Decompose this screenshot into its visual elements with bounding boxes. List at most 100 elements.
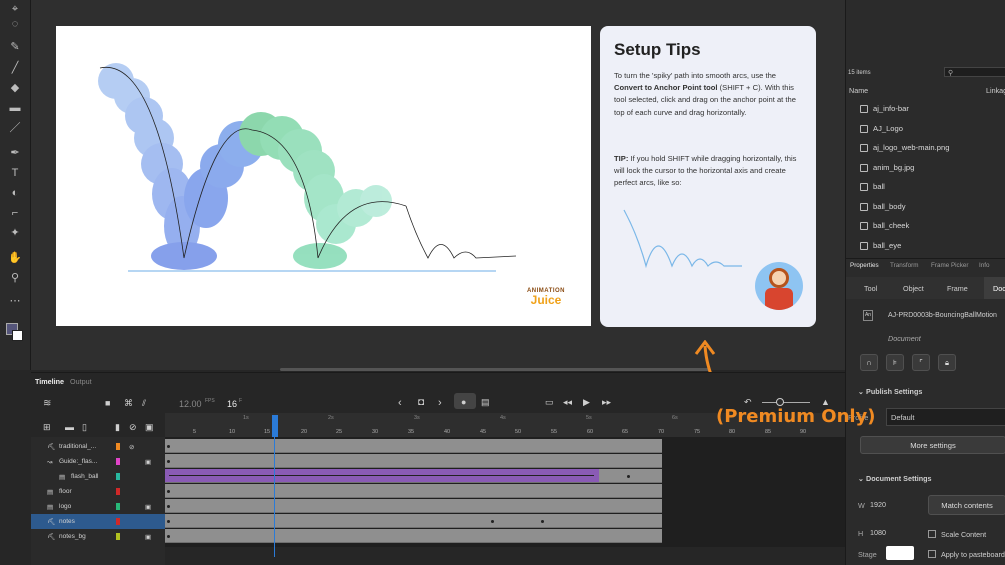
lock-icon[interactable]: ▣ <box>145 533 151 541</box>
pencil-icon[interactable]: ╱ <box>8 61 22 75</box>
zoom-slider-track[interactable] <box>762 402 810 403</box>
layer-row[interactable]: ▤ floor <box>31 484 165 499</box>
frame-row[interactable] <box>165 514 662 528</box>
pin-icon[interactable]: ✦ <box>8 226 22 240</box>
hidden-icon[interactable]: ⊘ <box>129 443 134 451</box>
frame-row[interactable] <box>165 469 662 483</box>
bouncing-ball-drawing <box>98 63 517 272</box>
prev-keyframe-icon[interactable]: ‹ <box>398 397 402 409</box>
library-item[interactable]: ball_cheek <box>860 221 909 230</box>
folder-icon[interactable]: ▬ <box>65 422 74 432</box>
snap-button[interactable]: ⊧ <box>886 354 904 371</box>
width-input[interactable]: 1920 <box>870 500 886 509</box>
layer-row[interactable]: ⛏ notes_bg ▣ <box>31 529 165 544</box>
hand-icon[interactable]: ✋ <box>8 251 22 265</box>
highlight-icon[interactable]: ▮ <box>115 422 120 433</box>
eraser-icon[interactable]: ◆ <box>8 81 22 95</box>
more-tools-icon[interactable]: ⋯ <box>8 294 22 308</box>
zoom-slider-handle[interactable] <box>776 398 784 406</box>
next-keyframe-icon[interactable]: › <box>438 397 442 409</box>
tab-timeline[interactable]: Timeline <box>35 377 64 386</box>
tab-info[interactable]: Info <box>979 262 990 269</box>
library-search-input[interactable]: ⚲ <box>944 67 1005 77</box>
paint-bucket-icon[interactable]: ◐ <box>8 186 22 200</box>
layer-row[interactable]: ▤ flash_ball <box>31 469 165 484</box>
document-settings-header[interactable]: ⌄ Document Settings <box>858 474 932 483</box>
edit-multiple-icon[interactable]: ▤ <box>481 397 490 408</box>
library-col-name[interactable]: Name <box>849 86 868 95</box>
loop-icon[interactable]: ▭ <box>545 397 554 408</box>
lock-icon[interactable]: ▣ <box>145 503 151 511</box>
ruler-frame: 10 <box>229 429 236 435</box>
layer-row-selected[interactable]: ⛏ notes <box>31 514 165 529</box>
rectangle-icon[interactable]: ▬ <box>8 101 22 115</box>
canvas[interactable]: ANIMATION Juice <box>56 26 591 326</box>
fill-color-swatch[interactable] <box>12 330 23 341</box>
camera-icon[interactable]: ■ <box>105 398 110 408</box>
tab-transform[interactable]: Transform <box>890 262 918 269</box>
last-frame-icon[interactable]: ▸▸ <box>602 397 611 408</box>
apply-pasteboard-checkbox[interactable] <box>928 550 936 558</box>
stage-color-swatch[interactable] <box>886 546 914 560</box>
layer-row[interactable]: ↝ Guide:_flas... ▣ <box>31 454 165 469</box>
playhead-handle[interactable] <box>272 415 278 437</box>
more-settings-button[interactable]: More settings <box>860 436 1005 454</box>
library-col-linkage[interactable]: Linkage <box>986 86 1005 95</box>
frame-row[interactable] <box>165 454 662 468</box>
new-layer-icon[interactable]: ⊞ <box>43 422 51 433</box>
tab-output[interactable]: Output <box>70 377 92 386</box>
eyedropper-icon[interactable]: ⌐ <box>8 206 22 220</box>
subtab-frame[interactable]: Frame <box>947 284 968 293</box>
symbol-icon <box>860 241 868 250</box>
lasso-icon[interactable]: ◌ <box>8 17 22 31</box>
library-item[interactable]: aj_logo_web-main.png <box>860 143 949 152</box>
brush-icon[interactable]: ✎ <box>8 40 22 54</box>
lock-icon[interactable]: ▣ <box>145 422 154 433</box>
keyframe <box>541 520 544 523</box>
library-item[interactable]: anim_bg.jpg <box>860 163 914 172</box>
tip-text: To turn the 'spiky' path into smooth arc… <box>614 71 777 80</box>
subselection-icon[interactable]: ⌖ <box>8 2 22 16</box>
library-item[interactable]: ball <box>860 182 885 191</box>
first-frame-icon[interactable]: ◂◂ <box>563 397 572 408</box>
graph-icon[interactable]: ⫽ <box>142 398 146 409</box>
pen-icon[interactable]: ✒ <box>8 146 22 160</box>
height-input[interactable]: 1080 <box>870 528 886 537</box>
library-item[interactable]: AJ_Logo <box>860 124 903 133</box>
fps-value[interactable]: 12.00 <box>179 399 202 409</box>
play-icon[interactable]: ▶ <box>583 397 590 408</box>
lock-icon[interactable]: ▣ <box>145 458 151 466</box>
stage-horizontal-scrollbar[interactable] <box>280 368 710 371</box>
lock-button[interactable]: 🔒︎ <box>938 354 956 371</box>
line-icon[interactable]: ／ <box>8 121 22 135</box>
library-item[interactable]: ball_eye <box>860 241 901 250</box>
keyframe <box>167 520 170 523</box>
tab-frame-picker[interactable]: Frame Picker <box>931 262 968 269</box>
trash-icon[interactable]: ▯ <box>82 422 87 433</box>
text-icon[interactable]: T <box>8 166 22 180</box>
magnet-button[interactable]: ∩ <box>860 354 878 371</box>
visibility-icon[interactable]: ⊘ <box>129 422 137 433</box>
publish-settings-header[interactable]: ⌄ Publish Settings <box>858 387 922 396</box>
library-item[interactable]: ball_body <box>860 202 906 211</box>
tab-properties[interactable]: Properties <box>850 262 879 269</box>
subtab-tool[interactable]: Tool <box>864 284 877 293</box>
subtab-object[interactable]: Object <box>903 284 924 293</box>
zoom-icon[interactable]: ⚲ <box>8 271 22 285</box>
layer-row[interactable]: ▤ logo ▣ <box>31 499 165 514</box>
subtab-doc[interactable]: Doc <box>993 284 1005 293</box>
layer-row[interactable]: ⛏ traditional_... ⊘ <box>31 439 165 454</box>
profile-select[interactable]: Default <box>886 408 1005 426</box>
library-item[interactable]: aj_info-bar <box>860 104 909 113</box>
insert-keyframe-icon[interactable]: ◘ <box>418 397 424 408</box>
layers-icon[interactable]: ≋ <box>43 398 51 409</box>
match-contents-button[interactable]: Match contents <box>928 495 1005 515</box>
current-frame[interactable]: 16 <box>227 399 237 409</box>
frame-row[interactable] <box>165 439 662 453</box>
frame-row[interactable] <box>165 499 662 513</box>
frame-row[interactable] <box>165 529 662 543</box>
parenting-icon[interactable]: ⌘ <box>124 398 133 409</box>
corner-button[interactable]: ⌜ <box>912 354 930 371</box>
frame-row[interactable] <box>165 484 662 498</box>
scale-content-checkbox[interactable] <box>928 530 936 538</box>
